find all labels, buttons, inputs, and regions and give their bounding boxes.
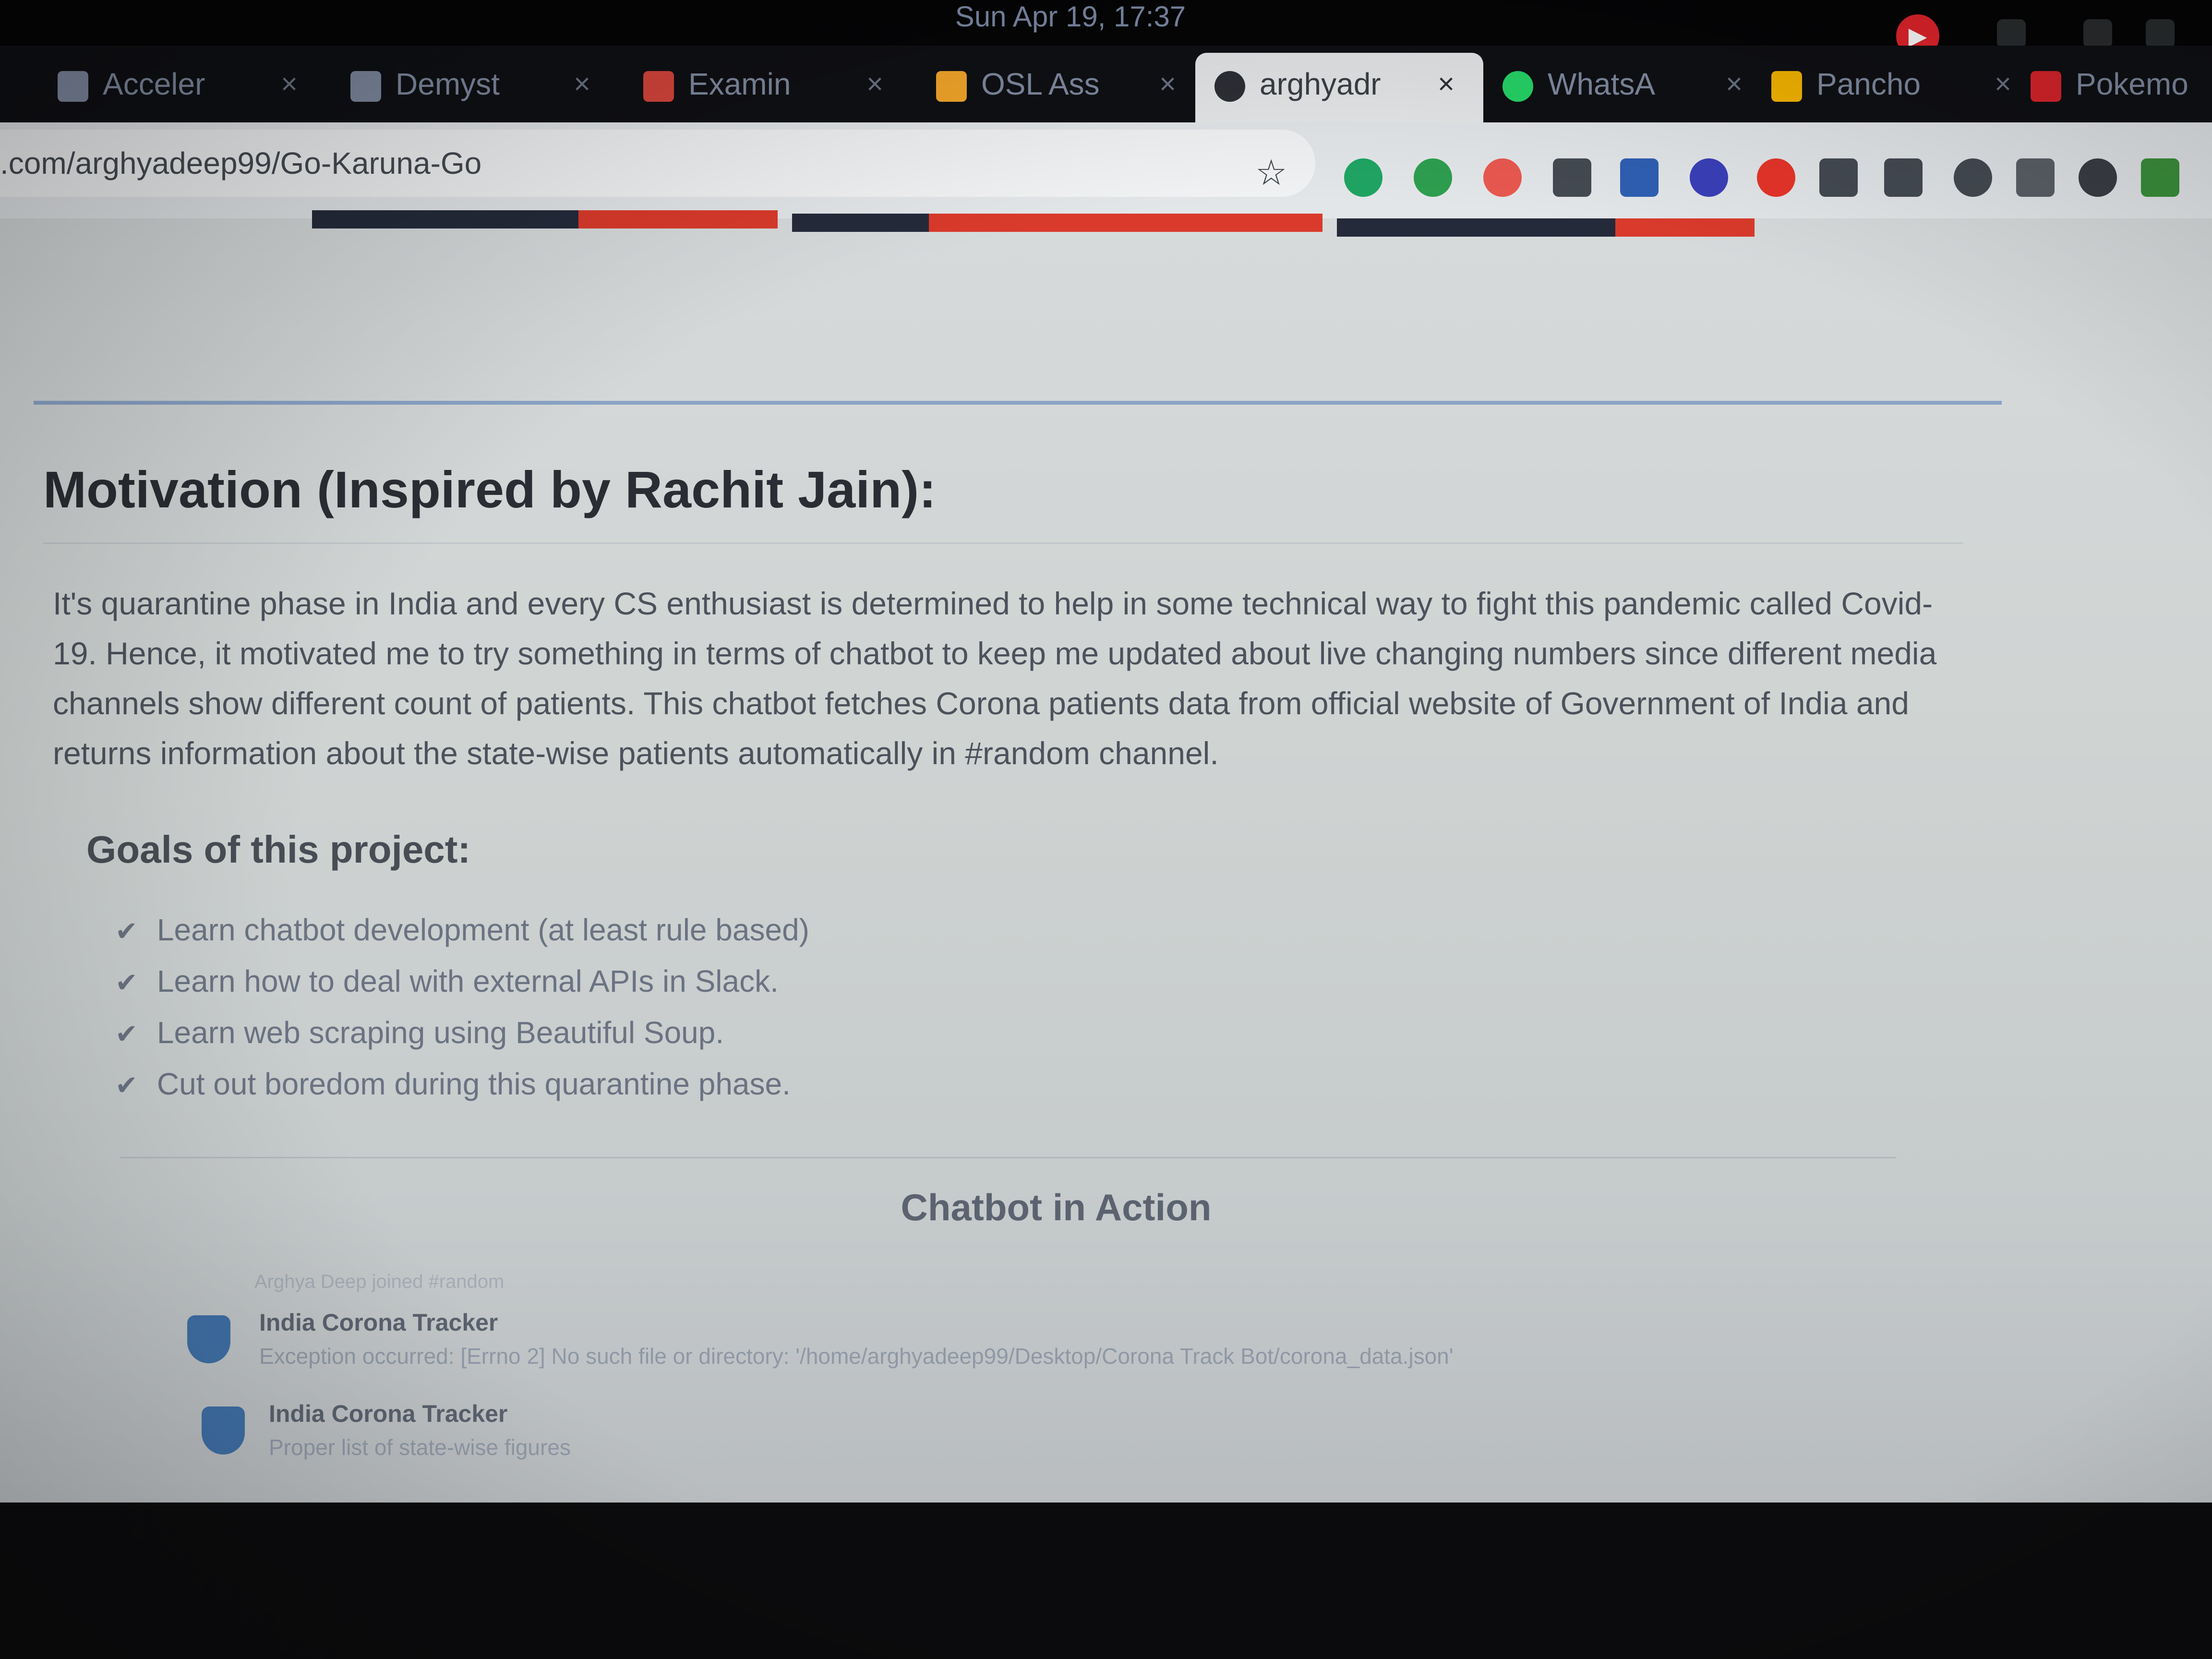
tab-close-icon[interactable]: × — [1726, 53, 1743, 115]
join-notice: Arghya Deep joined #random — [254, 1271, 505, 1292]
tab-label: Demyst — [396, 67, 500, 101]
tab-github-active[interactable]: arghyadr × — [1195, 53, 1483, 130]
tab-close-icon[interactable]: × — [281, 53, 298, 115]
volume-icon[interactable] — [2083, 19, 2112, 48]
banner-stripe — [792, 214, 929, 232]
shield-avatar-icon — [187, 1315, 230, 1363]
tab-pokemo[interactable]: Pokemo — [2011, 53, 2212, 130]
tab-close-icon[interactable]: × — [866, 53, 883, 115]
bot-message: Proper list of state-wise figures — [269, 1435, 571, 1460]
extension-icon[interactable] — [2141, 158, 2179, 197]
bot-name: India Corona Tracker — [269, 1400, 508, 1427]
goal-text: Cut out boredom during this quarantine p… — [156, 1067, 791, 1101]
goal-text: Learn web scraping using Beautiful Soup. — [156, 1015, 724, 1050]
goals-list: ✔ Learn chatbot development (at least rul… — [115, 905, 1315, 1110]
extension-icon[interactable] — [1483, 158, 1522, 197]
tab-close-icon[interactable]: × — [1438, 53, 1455, 115]
checkmark-icon: ✔ — [115, 967, 138, 998]
chatbot-heading: Chatbot in Action — [901, 1186, 1212, 1228]
motivation-heading: Motivation (Inspired by Rachit Jain): — [43, 460, 937, 518]
banner-stripe — [312, 210, 578, 228]
gmail-icon — [643, 71, 674, 102]
checkmark-icon: ✔ — [115, 1019, 138, 1049]
shield-avatar-icon — [202, 1407, 245, 1455]
tab-demyst[interactable]: Demyst × — [331, 53, 619, 130]
banner-stripe — [578, 210, 778, 228]
slides-icon — [936, 71, 967, 102]
goals-heading: Goals of this project: — [86, 828, 471, 871]
tab-favicon-icon — [58, 71, 88, 102]
tab-close-icon[interactable]: × — [574, 53, 590, 115]
network-icon[interactable] — [1997, 19, 2026, 48]
bookmark-star-icon[interactable]: ☆ — [1255, 154, 1287, 192]
tab-label: WhatsA — [1548, 67, 1656, 101]
github-icon — [1214, 71, 1245, 102]
power-icon[interactable] — [2146, 19, 2175, 48]
extension-icon[interactable] — [1414, 158, 1452, 197]
banner-stripe — [1337, 218, 1615, 237]
tab-label: Pokemo — [2076, 67, 2188, 101]
extension-icon[interactable] — [1690, 158, 1728, 197]
banner-stripe — [1615, 218, 1755, 237]
laptop-bezel — [0, 1503, 2212, 1659]
bot-name: India Corona Tracker — [259, 1309, 498, 1336]
list-item: ✔ Cut out boredom during this quarantine … — [115, 1059, 1315, 1110]
list-item: ✔ Learn web scraping using Beautiful Soup… — [115, 1008, 1315, 1059]
heading-underline — [43, 542, 1963, 544]
motivation-paragraph: It's quarantine phase in India and every… — [53, 586, 1937, 771]
checkmark-icon: ✔ — [115, 916, 138, 946]
goal-text: Learn how to deal with external APIs in … — [156, 964, 779, 998]
goal-text: Learn chatbot development (at least rule… — [156, 913, 809, 947]
grammarly-extension-icon[interactable] — [1344, 158, 1382, 197]
tab-acceler[interactable]: Acceler × — [38, 53, 326, 130]
drive-icon — [1771, 71, 1802, 102]
list-item: ✔ Learn chatbot development (at least rul… — [115, 905, 1315, 956]
whatsapp-icon — [1503, 71, 1533, 102]
url-text[interactable]: .com/arghyadeep99/Go-Karuna-Go — [0, 139, 1152, 187]
tab-label: Acceler — [103, 67, 205, 101]
system-clock[interactable]: Sun Apr 19, 17:37 — [902, 0, 1238, 34]
tab-close-icon[interactable]: × — [1995, 53, 2011, 115]
extension-icon[interactable] — [1757, 158, 1795, 197]
tab-examin[interactable]: Examin × — [624, 53, 912, 130]
extension-icon[interactable] — [1620, 158, 1659, 197]
extension-icon[interactable] — [1819, 158, 1858, 197]
tab-pancho[interactable]: Pancho × — [1752, 53, 2040, 130]
slack-screenshot: Arghya Deep joined #random India Corona … — [173, 1267, 1949, 1483]
tab-label: arghyadr — [1260, 67, 1381, 101]
list-item: ✔ Learn how to deal with external APIs in… — [115, 956, 1315, 1008]
tab-label: OSL Ass — [981, 67, 1100, 101]
section-divider — [120, 1157, 1896, 1158]
extension-icon[interactable] — [2016, 158, 2055, 197]
tab-whatsapp[interactable]: WhatsA × — [1483, 53, 1771, 130]
section-divider — [34, 401, 2002, 405]
extension-icon[interactable] — [2079, 158, 2117, 197]
tab-label: Pancho — [1816, 67, 1921, 101]
tab-osl[interactable]: OSL Ass × — [917, 53, 1205, 130]
extension-icon[interactable] — [1884, 158, 1923, 197]
banner-stripe — [929, 214, 1322, 232]
tab-favicon-icon — [350, 71, 381, 102]
youtube-icon — [2031, 71, 2061, 102]
bot-message: Exception occurred: [Errno 2] No such fi… — [259, 1344, 1454, 1369]
tab-close-icon[interactable]: × — [1159, 53, 1176, 115]
tab-label: Examin — [688, 67, 791, 101]
extension-icon[interactable] — [1553, 158, 1591, 197]
extension-icon[interactable] — [1954, 158, 1992, 197]
checkmark-icon: ✔ — [115, 1070, 138, 1100]
